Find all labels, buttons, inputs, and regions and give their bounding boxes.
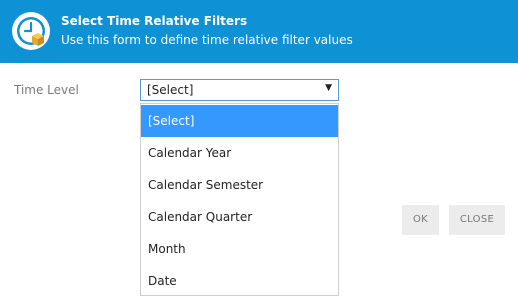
time-level-select-value: [Select] — [147, 83, 194, 97]
time-level-select[interactable]: [Select] ▼ — [140, 79, 339, 101]
dropdown-option-calendar-quarter[interactable]: Calendar Quarter — [141, 201, 338, 233]
ok-button[interactable]: OK — [402, 205, 439, 235]
dropdown-option-month[interactable]: Month — [141, 233, 338, 265]
clock-box-icon — [12, 12, 50, 50]
time-level-label: Time Level — [14, 83, 79, 97]
dropdown-option-calendar-semester[interactable]: Calendar Semester — [141, 169, 338, 201]
dropdown-option-select[interactable]: [Select] — [141, 105, 338, 137]
chevron-down-icon: ▼ — [325, 83, 332, 93]
dialog-title: Select Time Relative Filters — [61, 14, 248, 28]
dialog-header: Select Time Relative Filters Use this fo… — [0, 0, 518, 63]
dialog-subtitle: Use this form to define time relative fi… — [61, 33, 353, 47]
dropdown-option-calendar-year[interactable]: Calendar Year — [141, 137, 338, 169]
close-button[interactable]: CLOSE — [449, 205, 505, 235]
time-level-dropdown: [Select] Calendar Year Calendar Semester… — [140, 103, 339, 296]
dropdown-option-date[interactable]: Date — [141, 265, 338, 297]
